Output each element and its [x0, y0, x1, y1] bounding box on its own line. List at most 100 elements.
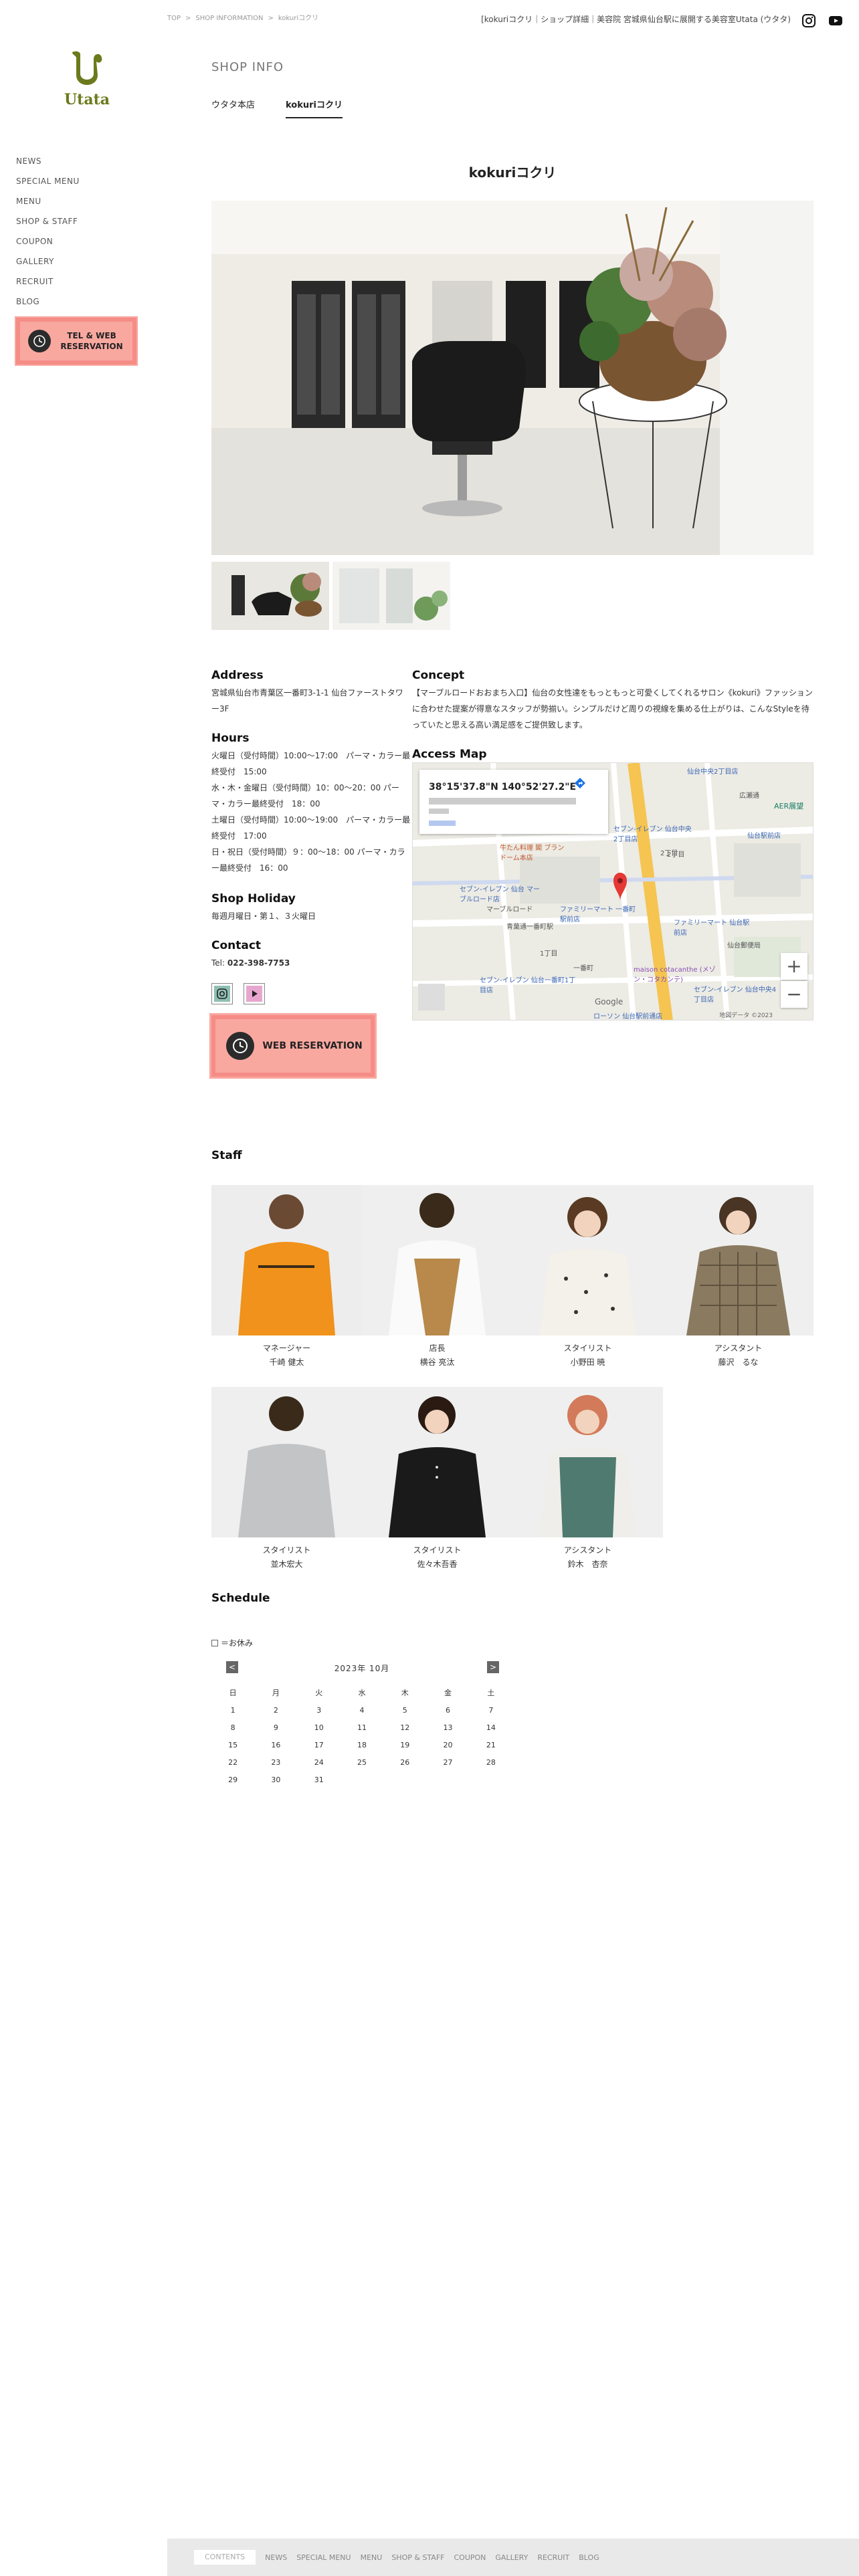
staff-card[interactable]: スタイリスト 小野田 暁 — [512, 1185, 663, 1368]
staff-name: 佐々木吾香 — [417, 1560, 458, 1569]
hours-heading: Hours — [211, 732, 250, 745]
staff-card[interactable]: アシスタント 鈴木 杏奈 — [512, 1387, 663, 1570]
breadcrumb-shop-information[interactable]: SHOP INFORMATION — [195, 15, 263, 22]
calendar-next-button[interactable]: > — [487, 1661, 499, 1673]
map-label: ローソン 仙台駅前通店 — [593, 1013, 663, 1021]
footer-link-menu[interactable]: MENU — [361, 2553, 383, 2562]
map-large-link[interactable] — [429, 821, 456, 826]
calendar-day: 1 — [230, 1705, 235, 1715]
pegman-icon[interactable] — [418, 984, 445, 1010]
directions-icon[interactable] — [573, 776, 587, 790]
calendar-day: 30 — [271, 1775, 281, 1784]
page-heading: SHOP INFO — [211, 60, 284, 74]
logo-mark-icon — [72, 51, 102, 85]
calendar-day: 5 — [402, 1705, 407, 1715]
footer-link-gallery[interactable]: GALLERY — [495, 2553, 528, 2562]
schedule-legend: ＝お休み — [211, 1637, 253, 1648]
zoom-out-button[interactable]: − — [781, 981, 807, 1008]
calendar-day: 18 — [357, 1740, 367, 1749]
staff-card[interactable]: アシスタント 藤沢 るな — [663, 1185, 814, 1368]
calendar-month-title: 2023年 10月 — [334, 1664, 390, 1673]
staff-heading: Staff — [211, 1149, 242, 1162]
calendar-day: 29 — [228, 1775, 238, 1784]
address-text: 宮城県仙台市青葉区一番町3-1-1 仙台ファーストタワー3F — [211, 688, 403, 714]
contact-line: Tel: 022-398-7753 — [211, 955, 407, 971]
zoom-in-button[interactable]: + — [781, 953, 807, 980]
staff-card[interactable]: 店長 横谷 亮汰 — [362, 1185, 512, 1368]
breadcrumb-top[interactable]: TOP — [167, 15, 181, 22]
footer-link-coupon[interactable]: COUPON — [454, 2553, 486, 2562]
access-map[interactable]: 仙台中央2丁目店 広瀬通 AER展望 セブン-イレブン 仙台中央2丁目店 2丁目… — [412, 762, 814, 1021]
sidebar-item-shop-staff[interactable]: SHOP & STAFF — [16, 211, 80, 231]
footer-contents-label: CONTENTS — [194, 2550, 256, 2565]
staff-role: 店長 — [429, 1344, 446, 1353]
web-reservation-label: WEB RESERVATION — [262, 1041, 363, 1051]
clock-icon — [28, 330, 51, 352]
weekday-header: 土 — [487, 1689, 495, 1697]
calendar-day: 11 — [357, 1723, 367, 1732]
tel-web-line2: RESERVATION — [60, 342, 123, 351]
thumbnail-2[interactable] — [332, 562, 450, 630]
map-label: セブン-イレブン 仙台 マーブルロード店 — [460, 886, 540, 903]
calendar-day — [341, 1771, 383, 1788]
youtube-button[interactable] — [244, 983, 265, 1004]
sidebar-item-blog[interactable]: BLOG — [16, 292, 80, 312]
hours-list: 火曜日（受付時間）10:00〜17:00 パーマ・カラー最終受付 15:00 水… — [211, 748, 412, 876]
breadcrumb-separator: > — [185, 15, 191, 22]
staff-card[interactable]: スタイリスト 並木宏大 — [211, 1387, 362, 1570]
sidebar-item-recruit[interactable]: RECRUIT — [16, 272, 80, 292]
weekday-header: 金 — [444, 1689, 452, 1697]
calendar-day: 8 — [230, 1723, 235, 1732]
calendar-day: 3 — [316, 1705, 322, 1715]
thumbnail-1[interactable] — [211, 562, 329, 630]
calendar-day: 28 — [486, 1757, 496, 1767]
footer-link-shop-staff[interactable]: SHOP & STAFF — [391, 2553, 444, 2562]
logo-text: Utata — [64, 91, 110, 108]
sidebar-item-special-menu[interactable]: SPECIAL MENU — [16, 171, 80, 191]
calendar-day: 13 — [443, 1723, 453, 1732]
utata-logo[interactable]: Utata — [60, 47, 114, 111]
staff-role: スタイリスト — [413, 1545, 462, 1555]
staff-name: 横谷 亮汰 — [419, 1358, 455, 1367]
sidebar-item-menu[interactable]: MENU — [16, 191, 80, 211]
staff-card[interactable]: マネージャー 千崎 健太 — [211, 1185, 362, 1368]
tel-number[interactable]: 022-398-7753 — [227, 958, 290, 968]
shop-tabs: ウタタ本店 kokuriコクリ — [211, 98, 373, 118]
staff-card[interactable]: スタイリスト 佐々木吾香 — [362, 1387, 512, 1570]
map-label: 青葉通一番町駅 — [506, 924, 553, 931]
tel-web-reservation-label: TEL & WEB RESERVATION — [51, 330, 132, 352]
sidebar-item-coupon[interactable]: COUPON — [16, 231, 80, 251]
staff-name: 藤沢 るな — [718, 1358, 759, 1367]
calendar-day — [383, 1771, 426, 1788]
calendar-day: 6 — [446, 1705, 451, 1715]
map-label: セブン-イレブン 仙台一番町1丁目店 — [480, 977, 576, 994]
footer-link-blog[interactable]: BLOG — [579, 2553, 599, 2562]
sidebar-item-gallery[interactable]: GALLERY — [16, 251, 80, 272]
tel-web-reservation-button[interactable]: TEL & WEB RESERVATION — [15, 316, 138, 366]
footer-link-recruit[interactable]: RECRUIT — [537, 2553, 569, 2562]
calendar-day — [470, 1771, 512, 1788]
instagram-button[interactable] — [211, 983, 233, 1004]
sidebar-nav: NEWS SPECIAL MENU MENU SHOP & STAFF COUP… — [16, 151, 80, 312]
map-label: 1丁目 — [540, 950, 558, 958]
footer-nav: CONTENTS NEWS SPECIAL MENU MENU SHOP & S… — [167, 2539, 859, 2576]
sidebar-item-news[interactable]: NEWS — [16, 151, 80, 171]
hours-line: 日・祝日（受付時間）９：00〜18：00 パーマ・カラー最終受付 16：00 — [211, 847, 405, 873]
hours-line: 火曜日（受付時間）10:00〜17:00 パーマ・カラー最終受付 15:00 — [211, 751, 411, 776]
concept-text: 【マーブルロードおおまち入口】仙台の女性達をもっともっと可愛くしてくれるサロン《… — [412, 688, 813, 730]
footer-link-news[interactable]: NEWS — [265, 2553, 287, 2562]
tab-kokuri[interactable]: kokuriコクリ — [286, 98, 343, 118]
instagram-icon[interactable] — [801, 13, 816, 28]
youtube-icon[interactable] — [828, 13, 843, 28]
web-reservation-button[interactable]: WEB RESERVATION — [209, 1013, 377, 1079]
tel-web-line1: TEL & WEB — [67, 331, 116, 340]
calendar-table: 日 月 火 水 木 金 土 1 2 3 4 5 6 7 8 9 10 11 12… — [211, 1684, 512, 1788]
calendar-day: 12 — [400, 1723, 410, 1732]
tab-honten[interactable]: ウタタ本店 — [211, 98, 255, 118]
map-label: セブン-イレブン 仙台中央4丁目店 — [694, 986, 777, 1004]
shop-name: kokuriコクリ — [468, 165, 557, 181]
footer-link-special-menu[interactable]: SPECIAL MENU — [296, 2553, 351, 2562]
holiday-heading: Shop Holiday — [211, 892, 296, 905]
map-label: 広瀬通 — [739, 792, 759, 800]
weekday-header: 月 — [272, 1689, 280, 1697]
